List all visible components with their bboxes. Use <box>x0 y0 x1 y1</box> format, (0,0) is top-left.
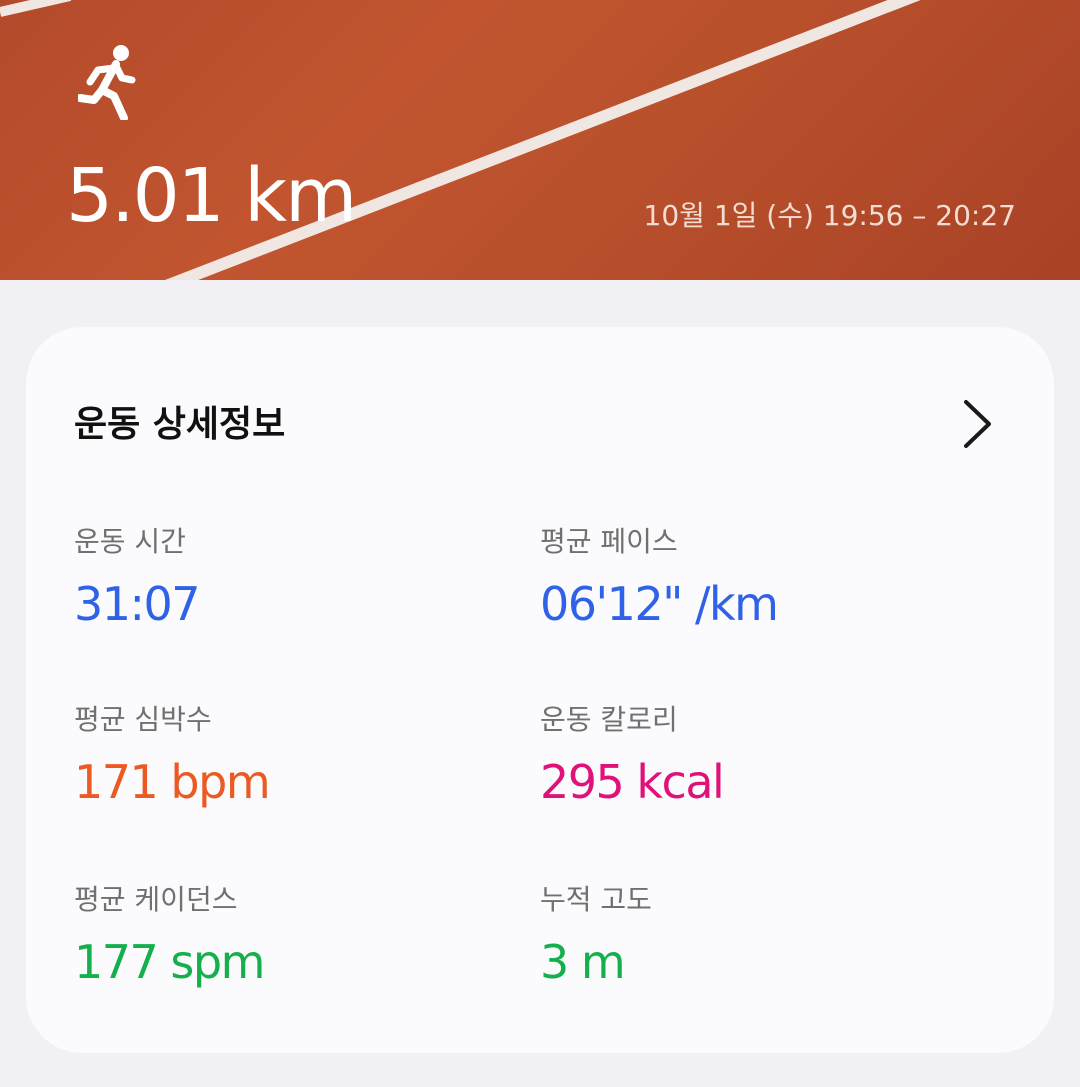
stat-value: 177 spm <box>74 935 265 989</box>
stat-label: 평균 페이스 <box>540 525 678 558</box>
stat-label: 평균 케이던스 <box>74 883 238 916</box>
header-banner: 5.01 km 10월 1일 (수) 19:56 – 20:27 <box>0 0 1080 280</box>
stat-value: 171 bpm <box>74 755 271 809</box>
stat-label: 운동 칼로리 <box>540 703 678 736</box>
chevron-right-icon[interactable] <box>960 397 996 451</box>
distance-value: 5.01 km <box>66 153 357 239</box>
card-title: 운동 상세정보 <box>74 404 286 445</box>
running-person-icon <box>76 44 138 122</box>
stat-label: 누적 고도 <box>540 883 652 916</box>
workout-details-card[interactable]: 운동 상세정보 운동 시간 31:07 평균 페이스 06'12" /km 평균… <box>26 327 1054 1053</box>
stat-label: 운동 시간 <box>74 525 186 558</box>
stat-value: 295 kcal <box>540 755 725 809</box>
stat-average-heart-rate: 평균 심박수 171 bpm <box>74 701 514 809</box>
stat-average-cadence: 평균 케이던스 177 spm <box>74 881 514 989</box>
stat-value: 06'12" /km <box>540 577 779 631</box>
stat-elevation-gain: 누적 고도 3 m <box>540 881 980 989</box>
stat-average-pace: 평균 페이스 06'12" /km <box>540 523 980 631</box>
workout-datetime: 10월 1일 (수) 19:56 – 20:27 <box>643 199 1016 232</box>
stat-label: 평균 심박수 <box>74 703 212 736</box>
stat-value: 31:07 <box>74 577 201 631</box>
stat-value: 3 m <box>540 935 626 989</box>
stat-workout-time: 운동 시간 31:07 <box>74 523 514 631</box>
stat-calories: 운동 칼로리 295 kcal <box>540 701 980 809</box>
